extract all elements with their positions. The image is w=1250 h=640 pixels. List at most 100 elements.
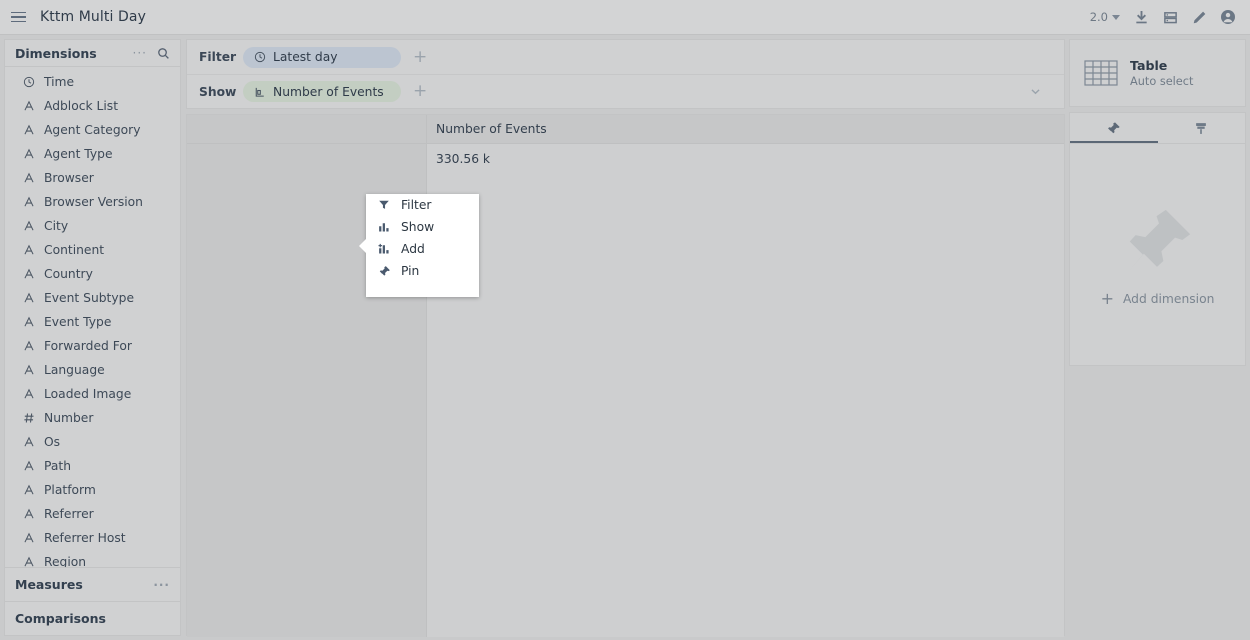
pane-tabs	[1070, 113, 1245, 144]
dimensions-sidebar: Dimensions ··· Time Adblock List Agent Cat…	[4, 39, 181, 636]
filter-pill-latest-day[interactable]: Latest day	[243, 46, 401, 68]
style-tab[interactable]	[1158, 113, 1246, 143]
dimension-label: Language	[44, 363, 105, 377]
query-bar: Filter Latest day + Show Number of Event…	[186, 39, 1065, 109]
clock-icon	[22, 76, 35, 88]
dimension-item[interactable]: Os	[5, 430, 180, 454]
hamburger-icon[interactable]	[0, 0, 36, 35]
table-cell-measure[interactable]: 330.56 k	[427, 144, 1064, 637]
dimension-item[interactable]: Agent Type	[5, 142, 180, 166]
database-icon[interactable]	[1156, 0, 1184, 35]
add-dimension-button[interactable]: + Add dimension	[1101, 290, 1215, 307]
dimension-item[interactable]: Loaded Image	[5, 382, 180, 406]
context-menu-item-label: Pin	[401, 264, 420, 278]
table-header-cell-dimension[interactable]	[187, 115, 427, 143]
pin-icon	[1106, 121, 1121, 136]
context-menu-arrow	[359, 238, 367, 254]
account-icon[interactable]	[1214, 0, 1242, 35]
download-icon[interactable]	[1127, 0, 1155, 35]
table-row: 330.56 k	[187, 144, 1064, 637]
dimension-item[interactable]: Number	[5, 406, 180, 430]
dimension-label: Os	[44, 435, 61, 449]
dimension-item[interactable]: Browser	[5, 166, 180, 190]
paintbrush-icon	[1194, 121, 1208, 136]
dimension-item[interactable]: Event Subtype	[5, 286, 180, 310]
text-icon	[22, 148, 35, 160]
context-menu-item-add[interactable]: Add	[366, 238, 479, 260]
context-menu: Filter Show Add Pin	[359, 194, 479, 297]
text-icon	[22, 340, 35, 352]
text-icon	[22, 172, 35, 184]
dimension-item[interactable]: Region	[5, 550, 180, 567]
dimensions-title: Dimensions	[15, 45, 97, 61]
filter-pill-label: Latest day	[273, 50, 338, 64]
main-content: Filter Latest day + Show Number of Event…	[186, 39, 1065, 637]
context-menu-item-label: Filter	[401, 198, 432, 212]
header-actions: 2.0	[1084, 0, 1250, 35]
table-header-cell-measure[interactable]: Number of Events	[427, 115, 1064, 143]
sidebar-section-measures[interactable]: Measures ···	[5, 567, 180, 601]
visualization-selector[interactable]: Table Auto select	[1069, 39, 1246, 107]
dimension-item[interactable]: Language	[5, 358, 180, 382]
text-icon	[22, 268, 35, 280]
bar-chart-icon	[377, 221, 391, 233]
dimension-label: Referrer	[44, 507, 94, 521]
dimension-item[interactable]: Adblock List	[5, 94, 180, 118]
text-icon	[22, 316, 35, 328]
dimensions-more-icon[interactable]: ···	[133, 47, 147, 59]
dimension-label: Referrer Host	[44, 531, 126, 545]
app-header: Kttm Multi Day 2.0	[0, 0, 1250, 35]
dimension-label: Browser Version	[44, 195, 143, 209]
dimension-item[interactable]: Continent	[5, 238, 180, 262]
add-filter-button[interactable]: +	[413, 48, 427, 66]
visualization-subtitle: Auto select	[1130, 75, 1194, 88]
text-icon	[22, 556, 35, 567]
dimension-item[interactable]: Referrer	[5, 502, 180, 526]
show-pill-label: Number of Events	[273, 84, 384, 99]
dimension-item[interactable]: Country	[5, 262, 180, 286]
version-selector[interactable]: 2.0	[1084, 6, 1126, 28]
show-row: Show Number of Events +	[187, 74, 1064, 108]
text-icon	[22, 292, 35, 304]
dimension-label: Event Type	[44, 315, 112, 329]
context-menu-item-show[interactable]: Show	[366, 216, 479, 238]
measures-more-icon[interactable]: ···	[153, 579, 170, 591]
dimension-label: City	[44, 219, 69, 233]
dimension-item[interactable]: Event Type	[5, 310, 180, 334]
text-icon	[22, 436, 35, 448]
dimension-item[interactable]: City	[5, 214, 180, 238]
context-menu-item-label: Show	[401, 220, 435, 234]
pin-tab[interactable]	[1070, 113, 1158, 143]
text-icon	[22, 484, 35, 496]
sidebar-section-comparisons[interactable]: Comparisons	[5, 601, 180, 635]
show-label: Show	[199, 84, 237, 99]
dimension-label: Loaded Image	[44, 387, 132, 401]
dimensions-list: Time Adblock List Agent Category Agent Type…	[5, 67, 180, 567]
dimension-label: Time	[44, 75, 75, 89]
dimension-item[interactable]: Platform	[5, 478, 180, 502]
filter-label: Filter	[199, 50, 237, 64]
dimensions-header: Dimensions ···	[5, 40, 180, 67]
pencil-icon[interactable]	[1185, 0, 1213, 35]
context-menu-item-pin[interactable]: Pin	[366, 260, 479, 282]
dimension-item[interactable]: Forwarded For	[5, 334, 180, 358]
dimension-label: Path	[44, 459, 72, 473]
add-measure-button[interactable]: +	[413, 83, 427, 100]
search-icon[interactable]	[157, 47, 170, 60]
dimension-item[interactable]: Browser Version	[5, 190, 180, 214]
filter-row: Filter Latest day +	[187, 40, 1064, 74]
context-menu-item-filter[interactable]: Filter	[366, 194, 479, 216]
text-icon	[22, 244, 35, 256]
right-panel: Table Auto select + Add dimension	[1069, 39, 1246, 636]
table-icon	[1084, 60, 1118, 86]
dimension-label: Region	[44, 555, 87, 567]
comparisons-title: Comparisons	[15, 611, 106, 626]
dimension-item[interactable]: Path	[5, 454, 180, 478]
show-pill-number-of-events[interactable]: Number of Events	[243, 81, 401, 102]
dimension-label: Agent Type	[44, 147, 113, 161]
dimension-item[interactable]: Agent Category	[5, 118, 180, 142]
dimension-item[interactable]: Time	[5, 70, 180, 94]
chevron-down-icon[interactable]	[1029, 85, 1042, 98]
chevron-down-icon	[1112, 14, 1120, 20]
dimension-item[interactable]: Referrer Host	[5, 526, 180, 550]
